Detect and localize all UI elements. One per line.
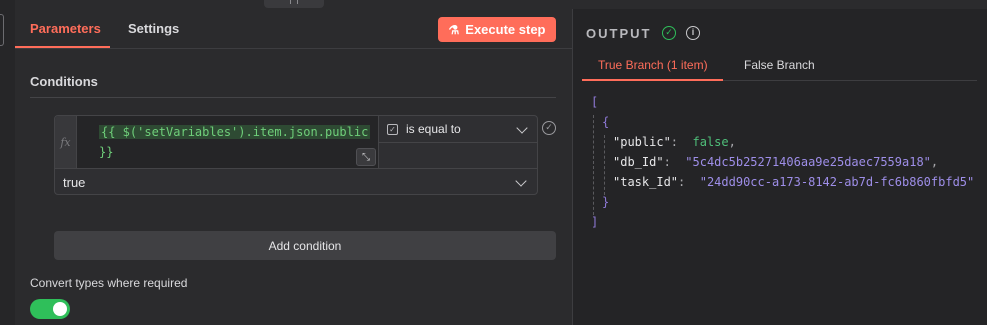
conditions-title: Conditions <box>30 74 98 89</box>
node-editor: Parameters Settings ⚗ Execute step Condi… <box>0 0 987 325</box>
tab-parameters[interactable]: Parameters <box>30 21 101 36</box>
checkbox-icon: ✓ <box>387 123 398 135</box>
operator-select[interactable]: ✓ is equal to <box>379 116 538 143</box>
json-open-object: { <box>602 115 610 129</box>
json-key: "task_Id" <box>613 175 679 189</box>
indent-guide <box>604 135 605 195</box>
json-open-array: [ <box>591 95 599 109</box>
params-tabs: Parameters Settings ⚗ Execute step <box>15 9 572 49</box>
add-condition-button[interactable]: Add condition <box>54 231 556 260</box>
tab-true-branch[interactable]: True Branch (1 item) <box>598 58 708 72</box>
operator-label: is equal to <box>406 122 461 136</box>
left-strip <box>0 0 15 325</box>
json-close-array: ] <box>591 215 599 229</box>
output-tabs: True Branch (1 item) False Branch <box>582 47 977 81</box>
fx-icon: fx <box>55 116 77 168</box>
convert-types-label: Convert types where required <box>30 276 188 290</box>
execute-step-button[interactable]: ⚗ Execute step <box>438 17 556 42</box>
json-row-task-id: "task_Id": "24dd90cc-a173-8142-ab7d-fc6b… <box>613 175 975 189</box>
json-value: "24dd90cc-a173-8142-ab7d-fc6b860fbfd5" <box>699 175 975 189</box>
json-value: false <box>692 135 729 149</box>
tab-false-branch[interactable]: False Branch <box>744 58 815 72</box>
json-row-public: "public": false, <box>613 135 736 149</box>
expression-text: {{ $('setVariables').item.json.public }} <box>99 122 375 162</box>
panel-handle[interactable] <box>0 14 4 46</box>
expression-line-2: }} <box>99 145 114 159</box>
chevron-down-icon <box>516 122 528 134</box>
toggle-knob <box>53 302 67 316</box>
convert-types-toggle[interactable] <box>30 299 70 319</box>
execute-step-label: Execute step <box>465 22 546 37</box>
flask-icon: ⚗ <box>448 22 460 37</box>
check-circle-icon: ✓ <box>662 26 676 40</box>
tab-settings[interactable]: Settings <box>128 21 179 36</box>
info-icon[interactable]: i <box>686 26 700 40</box>
expression-input[interactable]: {{ $('setVariables').item.json.public }}… <box>77 116 379 168</box>
grip-icon <box>290 0 298 4</box>
value-select[interactable]: true <box>55 168 537 195</box>
check-circle-icon[interactable]: ✓ <box>542 121 556 135</box>
value-label: true <box>63 174 86 190</box>
active-tab-indicator <box>582 79 723 81</box>
section-divider <box>30 97 556 98</box>
expand-icon[interactable]: ⤡ <box>356 148 376 166</box>
json-key: "db_Id" <box>613 155 664 169</box>
output-panel: OUTPUT ✓ i True Branch (1 item) False Br… <box>572 9 987 325</box>
json-row-db-id: "db_Id": "5c4dc5b25271406aa9e25daec7559a… <box>613 155 939 169</box>
parameters-panel: Parameters Settings ⚗ Execute step Condi… <box>15 9 572 325</box>
json-value: "5c4dc5b25271406aa9e25daec7559a18" <box>685 155 931 169</box>
json-close-object: } <box>602 195 610 209</box>
json-key: "public" <box>613 135 671 149</box>
expression-line-1: {{ $('setVariables').item.json.public <box>99 125 371 139</box>
chevron-down-icon <box>515 175 527 187</box>
condition-row: fx {{ $('setVariables').item.json.public… <box>54 115 538 195</box>
drag-handle[interactable] <box>264 0 324 8</box>
active-tab-indicator <box>15 46 110 48</box>
output-title: OUTPUT <box>586 26 652 41</box>
indent-guide <box>593 115 594 215</box>
